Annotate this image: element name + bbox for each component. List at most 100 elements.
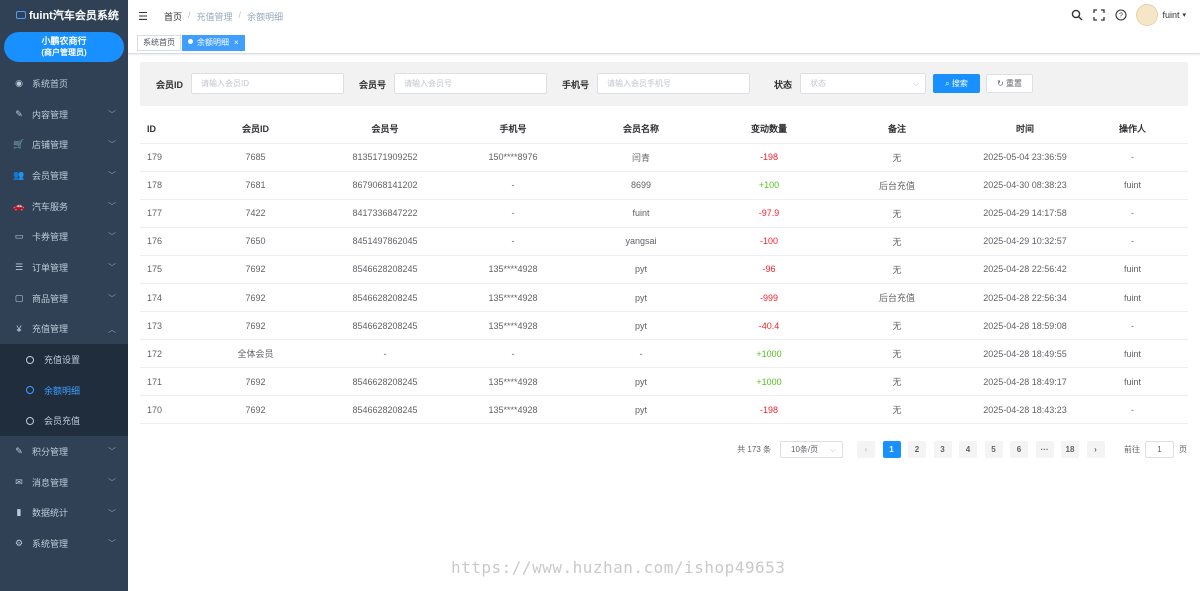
- table-cell: 2025-04-28 22:56:34: [973, 283, 1077, 313]
- sidebar-item-3[interactable]: 👥 会员管理 ﹀: [0, 160, 128, 191]
- username[interactable]: fuint: [1162, 10, 1179, 20]
- table-cell: 无: [821, 339, 973, 369]
- prev-page-button[interactable]: ‹: [857, 441, 875, 458]
- sidebar-item-9[interactable]: ✎ 积分管理 ﹀: [0, 436, 128, 467]
- table-cell: -: [461, 171, 565, 200]
- breadcrumb-home[interactable]: 首页: [164, 10, 182, 23]
- chevron-down-icon: ﹀: [108, 171, 116, 181]
- points-icon: ✎: [15, 446, 23, 457]
- table-cell: 2025-04-28 18:49:17: [973, 367, 1077, 397]
- list-icon: ☰: [14, 261, 24, 272]
- status-placeholder: 状态: [810, 79, 826, 88]
- table-body: 179 7685 8135171909252 150****8976 闫青 -198 无 20…: [140, 143, 1188, 425]
- table-cell: 2025-04-28 22:56:42: [973, 255, 1077, 284]
- table-row[interactable]: 174 7692 8546628208245 135****4928 pyt -999 后台…: [140, 283, 1188, 313]
- table-cell: 179: [140, 143, 202, 172]
- submenu-item-2[interactable]: 会员充值: [0, 406, 128, 437]
- table-cell: 7681: [202, 171, 309, 200]
- sidebar-item-8[interactable]: ¥ 充值管理 ︿: [0, 314, 128, 345]
- sidebar-item-6[interactable]: ☰ 订单管理 ﹀: [0, 252, 128, 283]
- page-size-select[interactable]: 10条/页 ⌵: [780, 441, 843, 458]
- table-cell: 无: [821, 143, 973, 172]
- tag-home[interactable]: 系统首页: [137, 35, 181, 51]
- navbar: ☰ 首页 / 充值管理 / 余额明细 ? fuint ▾: [128, 0, 1200, 32]
- app-logo[interactable]: fuint汽车会员系统: [0, 0, 128, 30]
- chevron-down-icon: ﹀: [108, 232, 116, 242]
- sidebar-item-label: 汽车服务: [32, 201, 69, 212]
- table-cell: 8546628208245: [309, 283, 461, 313]
- table-cell: +1000: [717, 339, 821, 369]
- chevron-down-icon: ﹀: [108, 201, 116, 211]
- table-row[interactable]: 178 7681 8679068141202-8699 +100 后台充值 2025-04…: [140, 171, 1188, 200]
- table-row[interactable]: 172 全体会员 - - - +1000 无 2025-04-28 18:49:55 fuint: [140, 339, 1188, 369]
- member-no-label: 会员号: [359, 80, 387, 90]
- table-row[interactable]: 179 7685 8135171909252 150****8976 闫青 -198 无 20…: [140, 143, 1188, 172]
- sidebar-item-0[interactable]: ◉ 系统首页: [0, 68, 128, 99]
- sidebar-item-12[interactable]: ⚙ 系统管理 ﹀: [0, 528, 128, 559]
- sidebar-item-10[interactable]: ✉ 消息管理 ﹀: [0, 467, 128, 498]
- page-button[interactable]: 5: [984, 441, 1003, 458]
- table-row[interactable]: 176 7650 8451497862045- yangsai -100 无 2025-04…: [140, 227, 1188, 256]
- sidebar-item-1[interactable]: ✎ 内容管理 ﹀: [0, 99, 128, 130]
- fullscreen-icon[interactable]: [1092, 8, 1106, 22]
- member-id-label: 会员ID: [156, 80, 184, 90]
- page-button[interactable]: 6: [1010, 441, 1028, 458]
- table-cell: 8546628208245: [309, 311, 461, 341]
- page-button[interactable]: 1: [882, 441, 901, 458]
- sidebar-item-label: 商品管理: [32, 293, 69, 304]
- member-id-input[interactable]: 请输入会员ID: [191, 73, 344, 94]
- sidebar-item-2[interactable]: 🛒 店铺管理 ﹀: [0, 129, 128, 160]
- sidebar-item-4[interactable]: 🚗 汽车服务 ﹀: [0, 191, 128, 222]
- breadcrumb-recharge[interactable]: 充值管理: [197, 10, 233, 23]
- merchant-badge[interactable]: 小鹏农商行 (商户管理员): [4, 32, 124, 62]
- table-cell: 8546628208245: [309, 395, 461, 425]
- member-no-input[interactable]: 请输入会员号: [394, 73, 547, 94]
- next-page-button[interactable]: ›: [1086, 441, 1105, 458]
- page-button[interactable]: 2: [908, 441, 926, 458]
- table-cell: 无: [821, 199, 973, 228]
- table-row[interactable]: 177 7422 8417336847222- fuint -97.9 无 2025-04-…: [140, 199, 1188, 228]
- car-icon: 🚗: [13, 200, 25, 211]
- submenu-item-1[interactable]: 余额明细: [0, 375, 128, 406]
- sidebar-item-7[interactable]: ▢ 商品管理 ﹀: [0, 283, 128, 314]
- sidebar-item-11[interactable]: ▮ 数据统计 ﹀: [0, 498, 128, 529]
- table-cell: 2025-04-28 18:59:08: [973, 311, 1077, 341]
- cart-icon: 🛒: [13, 139, 25, 150]
- sidebar-item-label: 系统首页: [32, 78, 69, 89]
- more-pages-button[interactable]: ···: [1035, 441, 1054, 458]
- avatar[interactable]: [1136, 4, 1159, 26]
- tag-balance-detail[interactable]: 余额明细 ×: [182, 35, 245, 51]
- goto-page-input[interactable]: 1: [1145, 441, 1174, 458]
- table-cell: fuint: [1077, 171, 1188, 200]
- table-cell: 2025-04-30 08:38:23: [973, 171, 1077, 200]
- merchant-name: 小鹏农商行: [41, 36, 87, 46]
- chevron-down-icon[interactable]: ▾: [1182, 11, 1186, 19]
- submenu-item-0[interactable]: 充值设置: [0, 344, 128, 375]
- page-button[interactable]: 3: [933, 441, 952, 458]
- mobile-input[interactable]: 请输入会员手机号: [597, 73, 750, 94]
- hamburger-icon[interactable]: ☰: [138, 10, 150, 23]
- page-button[interactable]: 4: [959, 441, 977, 458]
- table-cell: 7692: [202, 255, 309, 284]
- table-row[interactable]: 171 7692 8546628208245 135****4928 pyt +1000 无…: [140, 367, 1188, 397]
- table-cell: -: [461, 339, 565, 369]
- table-row[interactable]: 173 7692 8546628208245 135****4928 pyt -40.4 无…: [140, 311, 1188, 341]
- table-cell: 闫青: [565, 143, 717, 172]
- status-select[interactable]: 状态 ⌵: [800, 73, 926, 94]
- table-row[interactable]: 175 7692 8546628208245 135****4928 pyt -96 无 20…: [140, 255, 1188, 284]
- reset-button[interactable]: ↻ 重置: [986, 74, 1033, 93]
- table-cell: fuint: [1077, 255, 1188, 284]
- circle-icon: [26, 386, 34, 395]
- search-icon[interactable]: [1070, 8, 1084, 22]
- close-icon[interactable]: ×: [234, 38, 239, 47]
- page-size-value: 10条/页: [791, 445, 819, 454]
- search-button[interactable]: ⌕ 搜索: [933, 74, 980, 93]
- table-row[interactable]: 170 7692 8546628208245 135****4928 pyt -198 无 2…: [140, 395, 1188, 425]
- page-button[interactable]: 18: [1061, 441, 1079, 458]
- sidebar-item-label: 订单管理: [32, 262, 69, 273]
- help-icon[interactable]: ?: [1114, 8, 1128, 22]
- table-cell: -40.4: [717, 311, 821, 341]
- table-cell: 8546628208245: [309, 255, 461, 284]
- header-tools: ? fuint ▾: [1062, 4, 1186, 26]
- sidebar-item-5[interactable]: ▭ 卡券管理 ﹀: [0, 221, 128, 252]
